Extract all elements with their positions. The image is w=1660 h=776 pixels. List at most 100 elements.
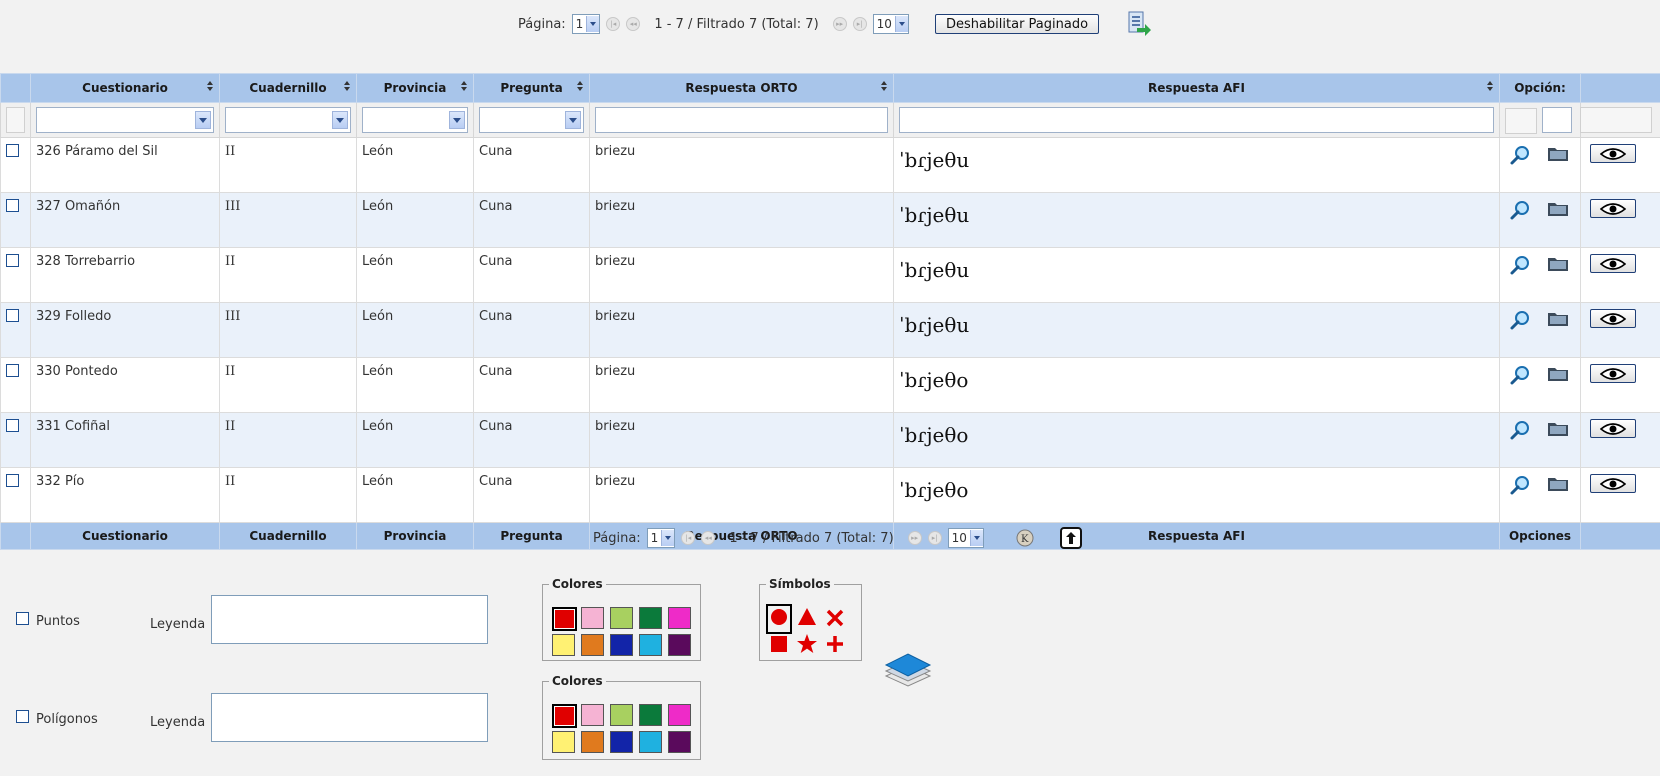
color-swatch[interactable]	[552, 731, 575, 753]
row-checkbox[interactable]	[6, 419, 19, 432]
search-icon[interactable]	[1509, 144, 1531, 166]
header-cuadernillo[interactable]: Cuadernillo	[219, 73, 357, 103]
table-row: 328 Torrebarrio II León Cuna briezu ˈbɾj…	[0, 247, 1660, 303]
view-button[interactable]	[1590, 199, 1636, 218]
color-swatch[interactable]	[581, 704, 604, 726]
folder-icon[interactable]	[1547, 199, 1569, 217]
filter-provincia-select[interactable]	[362, 107, 468, 133]
star-symbol-icon[interactable]	[796, 633, 818, 659]
cell-afi: ˈbɾjeθo	[899, 423, 969, 447]
color-swatch[interactable]	[581, 607, 604, 629]
color-swatch[interactable]	[668, 704, 691, 726]
folder-icon[interactable]	[1547, 474, 1569, 492]
row-checkbox[interactable]	[6, 364, 19, 377]
row-checkbox[interactable]	[6, 474, 19, 487]
cell-cuadernillo: III	[219, 192, 357, 248]
filter-option-a[interactable]	[1505, 108, 1537, 134]
filter-cuestionario-select[interactable]	[36, 107, 214, 133]
eye-icon	[1600, 147, 1626, 160]
search-icon[interactable]	[1509, 309, 1531, 331]
color-swatch[interactable]	[610, 704, 633, 726]
page-size-select[interactable]: 10	[872, 14, 909, 34]
last-page-icon[interactable]: ▸|	[927, 531, 942, 545]
view-button[interactable]	[1590, 474, 1636, 493]
leyenda-puntos-input[interactable]	[211, 595, 488, 644]
upload-icon[interactable]	[1059, 527, 1082, 549]
square-symbol-icon[interactable]	[768, 633, 790, 659]
page-size-select[interactable]: 10	[947, 528, 984, 548]
folder-icon[interactable]	[1547, 419, 1569, 437]
row-checkbox[interactable]	[6, 144, 19, 157]
color-swatch[interactable]	[639, 607, 662, 629]
color-swatch[interactable]	[639, 731, 662, 753]
top-pager: Página: 1 |◂ ◂◂ 1 - 7 / Filtrado 7 (Tota…	[518, 10, 1153, 38]
plus-symbol-icon[interactable]	[824, 633, 846, 659]
filter-orto-input[interactable]	[595, 107, 888, 133]
search-icon[interactable]	[1509, 364, 1531, 386]
header-provincia[interactable]: Provincia	[356, 73, 474, 103]
folder-icon[interactable]	[1547, 254, 1569, 272]
poligonos-option[interactable]	[16, 710, 29, 727]
circle-symbol-icon[interactable]	[766, 604, 792, 634]
triangle-symbol-icon[interactable]	[796, 606, 818, 632]
folder-icon[interactable]	[1547, 364, 1569, 382]
puntos-option[interactable]	[16, 612, 29, 629]
color-swatch[interactable]	[552, 634, 575, 656]
color-swatch[interactable]	[639, 704, 662, 726]
row-checkbox[interactable]	[6, 309, 19, 322]
color-swatch[interactable]	[610, 607, 633, 629]
table-row: 331 Cofiñal II León Cuna briezu ˈbɾjeθo	[0, 412, 1660, 468]
color-swatch[interactable]	[610, 731, 633, 753]
first-page-icon[interactable]: |◂	[606, 17, 621, 31]
prev-page-icon[interactable]: ◂◂	[701, 531, 716, 545]
color-swatch[interactable]	[552, 607, 577, 631]
filter-pregunta-select[interactable]	[479, 107, 584, 133]
view-button[interactable]	[1590, 144, 1636, 163]
last-page-icon[interactable]: ▸|	[852, 17, 867, 31]
view-button[interactable]	[1590, 254, 1636, 273]
search-icon[interactable]	[1509, 199, 1531, 221]
color-swatch[interactable]	[552, 704, 577, 728]
filter-option-c[interactable]	[1580, 107, 1652, 133]
search-icon[interactable]	[1509, 474, 1531, 496]
color-swatch[interactable]	[668, 607, 691, 629]
filter-cuadernillo-select[interactable]	[225, 107, 351, 133]
disable-paging-button[interactable]: Deshabilitar Paginado	[934, 14, 1100, 34]
leyenda-poligonos-input[interactable]	[211, 693, 488, 742]
search-icon[interactable]	[1509, 419, 1531, 441]
view-button[interactable]	[1590, 364, 1636, 383]
next-page-icon[interactable]: ▸▸	[907, 531, 922, 545]
header-pregunta[interactable]: Pregunta	[473, 73, 590, 103]
kml-icon[interactable]: K	[1016, 529, 1034, 547]
color-swatch[interactable]	[639, 634, 662, 656]
filter-afi-input[interactable]	[899, 107, 1494, 133]
color-swatch[interactable]	[581, 634, 604, 656]
prev-page-icon[interactable]: ◂◂	[626, 17, 641, 31]
first-page-icon[interactable]: |◂	[681, 531, 696, 545]
color-swatch[interactable]	[610, 634, 633, 656]
color-swatch[interactable]	[668, 731, 691, 753]
filter-option-b[interactable]	[1542, 107, 1572, 133]
puntos-checkbox[interactable]	[16, 612, 29, 625]
filter-select-all[interactable]	[6, 107, 25, 133]
page-select[interactable]: 1	[646, 528, 676, 548]
row-checkbox[interactable]	[6, 254, 19, 267]
x-symbol-icon[interactable]	[824, 606, 846, 632]
view-button[interactable]	[1590, 309, 1636, 328]
page-select[interactable]: 1	[571, 14, 601, 34]
layers-icon[interactable]	[882, 646, 934, 692]
header-respuesta-orto[interactable]: Respuesta ORTO	[589, 73, 894, 103]
view-button[interactable]	[1590, 419, 1636, 438]
header-respuesta-afi[interactable]: Respuesta AFI	[893, 73, 1500, 103]
poligonos-checkbox[interactable]	[16, 710, 29, 723]
header-cuestionario[interactable]: Cuestionario	[30, 73, 220, 103]
cell-provincia: León	[356, 302, 474, 358]
folder-icon[interactable]	[1547, 309, 1569, 327]
color-swatch[interactable]	[668, 634, 691, 656]
next-page-icon[interactable]: ▸▸	[832, 17, 847, 31]
folder-icon[interactable]	[1547, 144, 1569, 162]
row-checkbox[interactable]	[6, 199, 19, 212]
export-icon[interactable]	[1125, 10, 1153, 38]
search-icon[interactable]	[1509, 254, 1531, 276]
color-swatch[interactable]	[581, 731, 604, 753]
